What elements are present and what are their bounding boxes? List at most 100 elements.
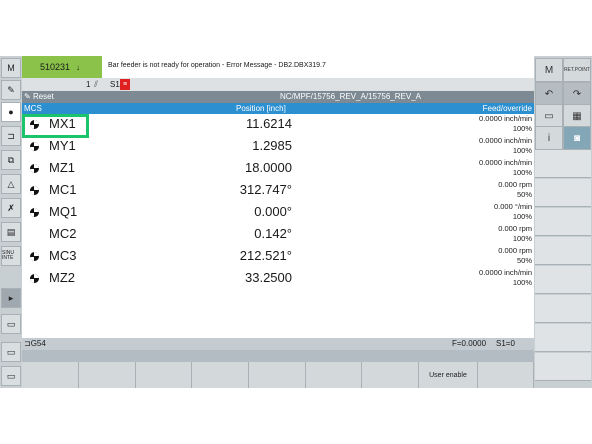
position-icon[interactable]: ●	[1, 102, 21, 122]
axis-name: MQ1	[49, 204, 78, 219]
horizontal-softkeys: User enable	[22, 362, 534, 388]
axis-name: MZ2	[49, 270, 75, 285]
diagnostics-icon[interactable]: ▤	[1, 222, 21, 242]
axis-row[interactable]: MC1 312.747° 0.000 rpm 50%	[22, 180, 534, 202]
axis-override: 100%	[512, 234, 532, 243]
axis-row[interactable]: MY1 1.2985 0.0000 inch/min 100%	[22, 136, 534, 158]
axis-name: MC1	[49, 182, 77, 197]
softkey-1[interactable]	[22, 362, 79, 388]
axis-feed-cell: 0.000 rpm 100%	[498, 224, 532, 244]
vertical-softkey-3[interactable]	[535, 208, 591, 236]
vertical-softkey-6[interactable]	[535, 295, 591, 323]
axis-override: 100%	[512, 168, 532, 177]
axis-row[interactable]: MC2 0.142° 0.000 rpm 100%	[22, 224, 534, 246]
axis-status-icon	[30, 142, 39, 151]
axis-name: MY1	[49, 138, 76, 153]
axis-feed: 0.0000 inch/min	[479, 158, 532, 167]
axis-feed-cell: 0.0000 inch/min 100%	[479, 158, 532, 178]
program-status-row: ✎ Reset NC/MPF/15756_REV_A/15756_REV_A	[22, 91, 534, 103]
axis-position: 11.6214	[245, 116, 292, 131]
expand-arrow-icon[interactable]: ▸	[1, 288, 21, 308]
alarm-bar[interactable]: 510231 ↓ Bar feeder is not ready for ope…	[22, 56, 534, 78]
camera-icon[interactable]: ◙	[563, 126, 591, 150]
softkey-4[interactable]	[192, 362, 249, 388]
vertical-softkey-7[interactable]	[535, 324, 591, 352]
machine-home-button[interactable]: M	[535, 58, 563, 82]
copy-icon[interactable]: ⧉	[1, 150, 21, 170]
axis-feed-cell: 0.0000 inch/min 100%	[479, 136, 532, 156]
softkey-9[interactable]	[478, 362, 534, 388]
axis-status-icon	[30, 164, 39, 173]
axis-row[interactable]: MZ2 33.2500 0.0000 inch/min 100%	[22, 268, 534, 290]
ret-point-button[interactable]: RET.POINT	[563, 58, 591, 82]
right-toolbar: M RET.POINT ↶ ↷ ▭ ▦ i ◙	[534, 56, 592, 388]
work-offset-label: G54	[30, 339, 46, 348]
program-path: NC/MPF/15756_REV_A/15756_REV_A	[280, 92, 421, 101]
redo-icon[interactable]: ↷	[563, 82, 591, 106]
axis-position: 18.0000	[245, 160, 292, 175]
vertical-softkey-5[interactable]	[535, 266, 591, 294]
axis-feed: 0.000 rpm	[498, 246, 532, 255]
window-icon[interactable]: ▭	[1, 314, 21, 334]
vertical-softkey-4[interactable]	[535, 237, 591, 265]
softkey-6[interactable]	[306, 362, 362, 388]
softkey-7[interactable]	[362, 362, 419, 388]
softkey-2[interactable]	[79, 362, 136, 388]
axis-row[interactable]: MZ1 18.0000 0.0000 inch/min 100%	[22, 158, 534, 180]
display-icon[interactable]: ▭	[535, 104, 563, 128]
sinumerik-integrate-button[interactable]: SINU INTE	[1, 246, 21, 266]
reset-label: Reset	[32, 92, 54, 101]
vertical-softkey-2[interactable]	[535, 179, 591, 207]
alarm-code-badge[interactable]: 510231 ↓	[22, 56, 102, 78]
axis-row[interactable]: MQ1 0.000° 0.000 °/min 100%	[22, 202, 534, 224]
wrench-icon[interactable]: ✗	[1, 198, 21, 218]
alarm-message: Bar feeder is not ready for operation - …	[108, 62, 326, 69]
alarm-code: 510231	[40, 62, 71, 72]
axis-feed: 0.0000 inch/min	[479, 114, 532, 123]
left-toolbar: M ✎ ● ⊐ ⧉ △ ✗ ▤ SINU INTE ▸ ▭ ▭ ▭	[0, 56, 22, 388]
position-column-header: Position [inch]	[236, 104, 286, 113]
window-icon-3[interactable]: ▭	[1, 366, 21, 386]
machine-mode-button[interactable]: M	[1, 58, 21, 78]
window-icon-2[interactable]: ▭	[1, 342, 21, 362]
axis-override: 100%	[512, 146, 532, 155]
softkey-3[interactable]	[136, 362, 192, 388]
work-offset: ⊐G54	[24, 339, 46, 348]
vertical-softkey-1[interactable]	[535, 150, 591, 178]
axis-name: MC3	[49, 248, 77, 263]
vertical-softkey-8[interactable]	[535, 353, 591, 381]
axis-position: 0.000°	[254, 204, 292, 219]
user-enable-softkey[interactable]: User enable	[419, 362, 478, 388]
softkey-5[interactable]	[249, 362, 306, 388]
feed-column-header: Feed/override	[482, 104, 532, 113]
edit-icon[interactable]: ✎	[1, 80, 21, 100]
axis-feed: 0.000 rpm	[498, 224, 532, 233]
axis-status-icon	[30, 252, 39, 261]
mcs-column-header[interactable]: MCS	[24, 104, 42, 113]
feed-stop-icon: ⫽	[94, 79, 99, 89]
axis-status-icon	[30, 274, 39, 283]
ret-point-label: RET.POINT	[563, 67, 591, 73]
program-icon[interactable]: ⊐	[1, 126, 21, 146]
undo-icon[interactable]: ↶	[535, 82, 563, 106]
hmi-screen: M ✎ ● ⊐ ⧉ △ ✗ ▤ SINU INTE ▸ ▭ ▭ ▭ M RET.…	[0, 56, 592, 388]
channel-status-row: 1 ⫽ S1 ≡	[22, 78, 534, 91]
axis-position: 33.2500	[245, 270, 292, 285]
axis-feed-cell: 0.000 rpm 50%	[498, 180, 532, 200]
axis-override: 50%	[516, 190, 532, 199]
axis-name: MZ1	[49, 160, 75, 175]
machine-home-label: M	[544, 64, 554, 76]
axis-position: 212.521°	[239, 248, 292, 263]
spindle-label: S1	[110, 80, 120, 89]
sinu-label: SINU INTE	[2, 250, 14, 261]
axis-override: 100%	[512, 278, 532, 287]
axis-feed-cell: 0.0000 inch/min 100%	[479, 268, 532, 288]
axis-name: MC2	[49, 226, 77, 241]
axis-row[interactable]: MX1 11.6214 0.0000 inch/min 100%	[22, 114, 534, 136]
alarm-triangle-icon[interactable]: △	[1, 174, 21, 194]
axis-feed: 0.000 rpm	[498, 180, 532, 189]
info-icon: i	[547, 132, 551, 144]
info-button[interactable]: i	[535, 126, 563, 150]
axis-row[interactable]: MC3 212.521° 0.000 rpm 50%	[22, 246, 534, 268]
calculator-icon[interactable]: ▦	[563, 104, 591, 128]
